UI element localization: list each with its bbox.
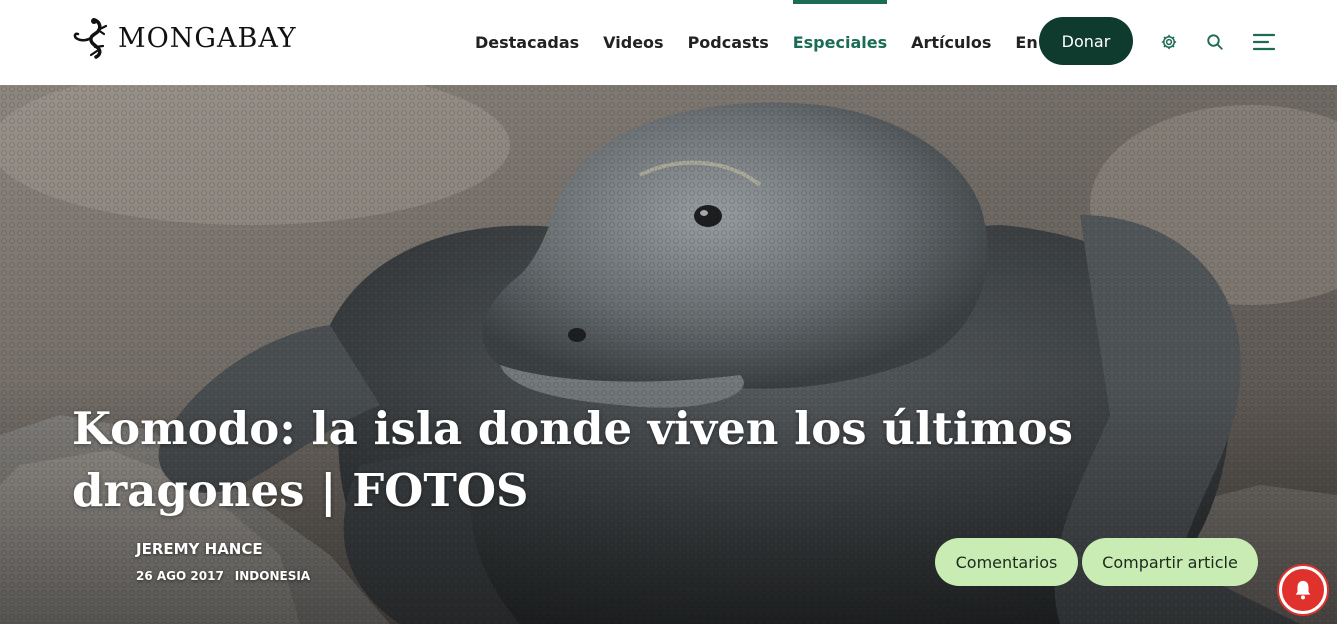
article-author[interactable]: JEREMY HANCE — [136, 540, 263, 558]
mongabay-logo[interactable]: MONGABAY — [72, 17, 297, 59]
brand-name: MONGABAY — [118, 22, 297, 54]
share-button[interactable]: Compartir article — [1082, 538, 1258, 586]
settings-icon[interactable] — [1158, 31, 1180, 53]
site-header: MONGABAY Destacadas Videos Podcasts Espe… — [0, 0, 1337, 85]
nav-podcasts[interactable]: Podcasts — [688, 0, 769, 85]
nav-destacadas[interactable]: Destacadas — [475, 0, 579, 85]
menu-icon[interactable] — [1252, 31, 1276, 53]
gecko-logo-icon — [73, 18, 108, 59]
hero-image: Komodo: la isla donde viven los últimos … — [0, 85, 1337, 624]
nav-especiales[interactable]: Especiales — [792, 0, 888, 85]
comments-button[interactable]: Comentarios — [935, 538, 1078, 586]
main-nav: Destacadas Videos Podcasts Especiales Ar… — [463, 0, 1102, 85]
bell-icon — [1295, 580, 1311, 600]
search-icon[interactable] — [1204, 31, 1226, 53]
article-location[interactable]: INDONESIA — [235, 569, 310, 583]
notification-button[interactable] — [1279, 566, 1327, 614]
nav-videos[interactable]: Videos — [603, 0, 663, 85]
article-meta: 26 AGO 2017 INDONESIA — [136, 569, 310, 583]
article-title: Komodo: la isla donde viven los últimos … — [72, 402, 1073, 517]
nav-articulos[interactable]: Artículos — [911, 0, 991, 85]
donate-button[interactable]: Donar — [1039, 17, 1133, 65]
article-date: 26 AGO 2017 — [136, 569, 224, 583]
